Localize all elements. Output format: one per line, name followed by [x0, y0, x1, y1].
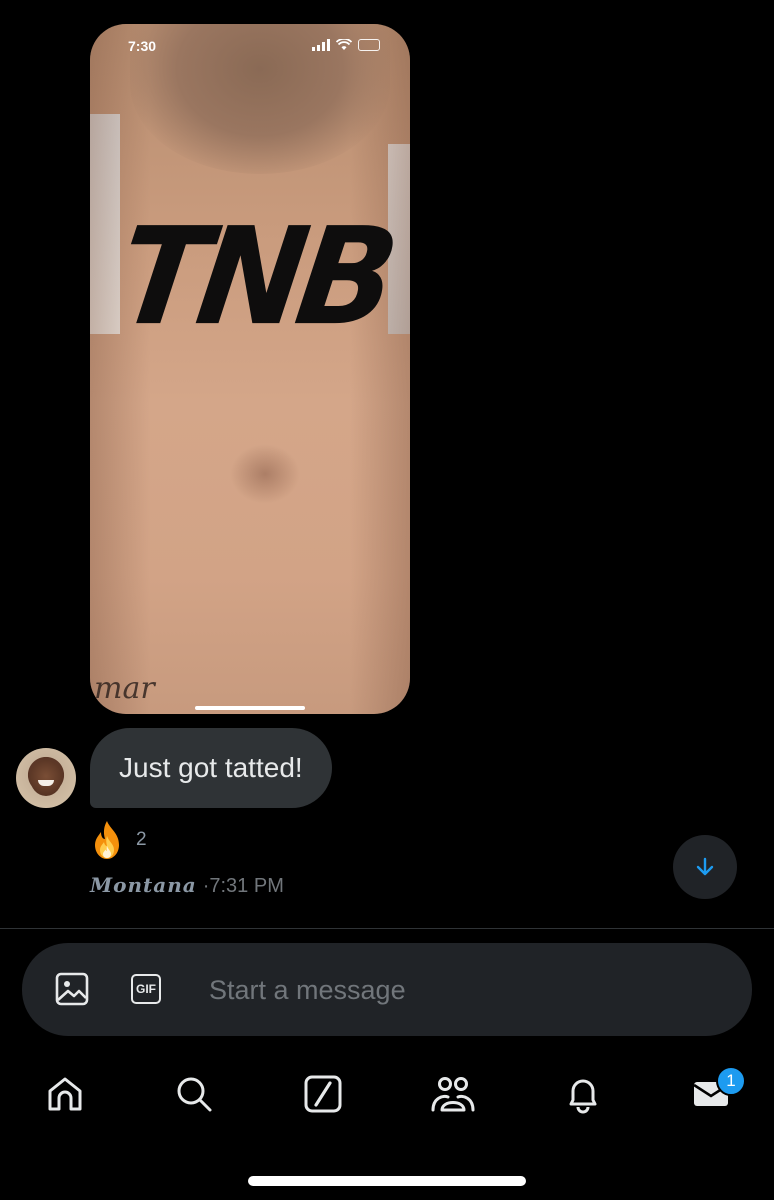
- tab-search[interactable]: [172, 1072, 216, 1116]
- sender-name: 𝑴𝒐𝒏𝒕𝒂𝒏𝒂: [90, 873, 197, 897]
- avatar-face: [30, 760, 62, 796]
- message-text: Just got tatted!: [119, 752, 303, 783]
- tab-notifications[interactable]: [561, 1072, 605, 1116]
- message-meta: 𝑴𝒐𝒏𝒕𝒂𝒏𝒂 ·7:31 PM: [90, 873, 284, 898]
- photo-collarbone: [230, 444, 300, 504]
- tab-communities[interactable]: [431, 1072, 475, 1116]
- scroll-to-bottom-button[interactable]: [673, 835, 737, 899]
- message-bubble[interactable]: Just got tatted!: [90, 728, 332, 808]
- inner-status-bar: 7:30: [90, 24, 410, 68]
- battery-icon: [358, 39, 380, 51]
- avatar[interactable]: [16, 748, 76, 808]
- inner-home-indicator: [195, 706, 305, 710]
- shared-image[interactable]: TNB mar 7:30: [90, 24, 410, 714]
- voice-waveform-icon: [686, 973, 720, 1005]
- inner-status-time: 7:30: [128, 38, 157, 54]
- bell-icon: [569, 1079, 597, 1114]
- message-input[interactable]: [207, 963, 651, 1017]
- add-image-button[interactable]: [54, 971, 90, 1007]
- arrow-down-icon: [696, 857, 714, 876]
- wifi-icon: [336, 39, 352, 50]
- fire-icon: [95, 821, 119, 859]
- reaction[interactable]: 2: [90, 820, 147, 860]
- signal-icon: [312, 39, 330, 51]
- tab-home[interactable]: [43, 1072, 87, 1116]
- gif-icon: GIF: [131, 974, 161, 1004]
- inner-status-icons: [312, 39, 380, 51]
- reaction-count: 2: [136, 829, 147, 850]
- grok-icon: [304, 1075, 342, 1113]
- add-gif-button[interactable]: GIF: [128, 971, 164, 1007]
- communities-icon: [431, 1077, 475, 1112]
- bottom-tab-bar: [0, 1060, 774, 1130]
- image-icon: [55, 972, 89, 1006]
- message-time: ·7:31 PM: [202, 875, 284, 897]
- messages-badge: 1: [716, 1066, 746, 1096]
- chest-tattoo-text: mar: [94, 671, 155, 706]
- home-icon: [48, 1077, 82, 1111]
- tab-grok[interactable]: [301, 1072, 345, 1116]
- divider: [0, 928, 774, 929]
- neck-tattoo-text: TNB: [109, 199, 400, 356]
- search-icon: [177, 1077, 212, 1112]
- photo-shade-left: [90, 24, 150, 714]
- home-indicator: [248, 1176, 526, 1186]
- message-composer: GIF: [22, 943, 752, 1036]
- voice-message-button[interactable]: [682, 969, 722, 1009]
